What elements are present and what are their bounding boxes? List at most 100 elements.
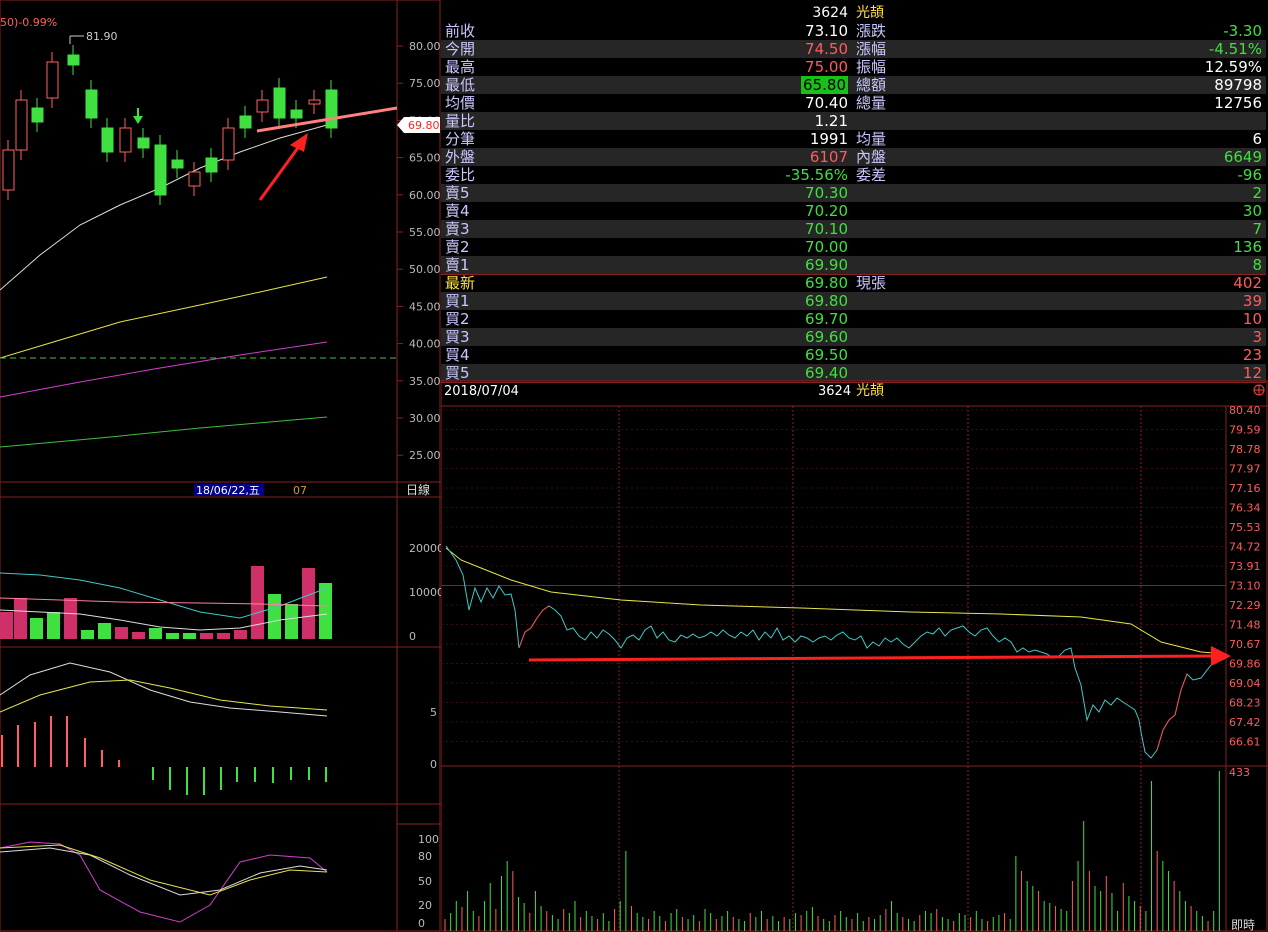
quote-value-text: 1991 [809,130,848,148]
quote-value-2: 10 [1242,310,1262,328]
ma-magenta-line [0,341,328,398]
candle [101,127,114,153]
intraday-code: 3624 [818,384,851,399]
quote-value-text: 70.10 [805,220,848,238]
quote-row: 買1 69.80 39 [441,292,1266,310]
quote-value-2: 402 [1233,274,1262,292]
red-annotation-arrow-2 [528,654,1217,662]
candle [325,89,338,129]
volume-bar [0,612,13,639]
quote-row: 賣1 69.90 8 [441,256,1266,274]
kline-chart[interactable]: 50)-0.99% 81.90 80.0075.0070.0065.0060.0… [0,0,441,932]
quote-value: 6107 [810,148,848,166]
intraday-axis-label: 67.42 [1229,716,1261,729]
quote-value: 69.60 [805,328,848,346]
quote-row: 買3 69.60 3 [441,328,1266,346]
quote-label-2: 現張 [856,274,887,292]
quote-value: 70.40 [805,94,848,112]
quote-label-2: 委差 [856,166,887,184]
quote-label: 最高 [445,58,476,76]
candle [67,54,80,66]
quote-label: 前收 [445,22,476,40]
quote-value: -35.56% [785,166,848,184]
volume-bar [132,632,145,639]
volume-bar [183,633,196,639]
intraday-axis-label: 74.72 [1229,541,1261,554]
volume-bar [319,583,332,639]
quote-value-text: 69.60 [805,328,848,346]
quote-value-2: -4.51% [1208,40,1262,58]
quote-value-2: -96 [1237,166,1263,184]
quote-value: 70.30 [805,184,848,202]
ma-yellow-line [0,276,328,359]
macd-white-line [0,662,328,717]
volume-axis-label: 20000 [409,542,441,555]
kd-axis-label: 50 [418,875,432,888]
quote-value: 69.70 [805,310,848,328]
quote-label: 委比 [445,166,476,184]
quote-label: 賣2 [445,238,470,256]
kd-axis-label: 80 [418,850,432,863]
quote-label: 賣3 [445,220,470,238]
quote-value-text: 74.50 [805,40,848,58]
candle [15,99,28,151]
quote-label-2: 振幅 [856,58,887,76]
quote-label-2: 內盤 [856,148,887,166]
intraday-chart[interactable]: 2018/07/04 3624 光頡 80.40 79.59 78.78 77.97 7… [441,380,1268,932]
candle [171,159,184,169]
quote-label-2: 漲跌 [856,22,887,40]
quote-value-2: 8 [1252,256,1262,274]
candle [239,115,252,129]
quote-value: 75.00 [805,58,848,76]
macd-yellow-line [0,679,328,713]
volume-bar [30,618,43,639]
quote-value-text: 6107 [809,148,848,166]
period-label[interactable]: 日線 [406,482,430,497]
intraday-axis-label: 77.97 [1229,463,1261,476]
quote-value-2: 3 [1252,328,1262,346]
quote-value-text: 1.21 [814,112,848,130]
price-axis-label: 40.00 [409,338,441,351]
quote-value: 73.10 [805,22,848,40]
quote-value-2: 39 [1242,292,1262,310]
volume-bar [64,598,77,639]
candle [222,127,235,161]
quote-value: 70.10 [805,220,848,238]
quote-label-2: 均量 [856,130,887,148]
quote-row: 均價 70.40 總量 12756 [441,94,1266,112]
quote-row: 買2 69.70 10 [441,310,1266,328]
kline-high-label: 81.90 [86,30,118,43]
quote-value-text: 75.00 [805,58,848,76]
volume-bar [166,633,179,639]
quote-value-text: 69.70 [805,310,848,328]
quote-label: 買1 [445,292,470,310]
volume-bar [47,612,60,639]
quote-value-2: 6649 [1223,148,1262,166]
date-label-2: 07 [293,484,307,497]
candle [308,99,321,105]
volume-bar [14,598,27,639]
candle [85,89,98,119]
kd-magenta-line [0,841,328,923]
quote-value-text: 70.20 [805,202,848,220]
volume-bar [268,594,281,639]
intraday-date: 2018/07/04 [444,384,519,399]
quote-label: 均價 [445,94,476,112]
quote-row: 買4 69.50 23 [441,346,1266,364]
price-axis-label: 45.00 [409,300,441,313]
stock-name: 光頡 [856,5,884,21]
quote-row: 前收 73.10 漲跌 -3.30 [441,22,1266,40]
intraday-axis-label: 69.86 [1229,658,1261,671]
realtime-label[interactable]: 即時 [1231,918,1255,932]
quote-row: 賣4 70.20 30 [441,202,1266,220]
volume-bar [217,633,230,639]
quote-label-2: 總額 [856,76,887,94]
quote-value: 65.80 [801,76,848,94]
quote-value-text: 70.30 [805,184,848,202]
quote-value: 74.50 [805,40,848,58]
intraday-axis-label: 69.04 [1229,677,1261,690]
volume-axis-label: 0 [409,630,416,643]
volume-bar [98,623,111,639]
candle [256,99,269,113]
last-price-tag: 69.80 [408,119,440,132]
